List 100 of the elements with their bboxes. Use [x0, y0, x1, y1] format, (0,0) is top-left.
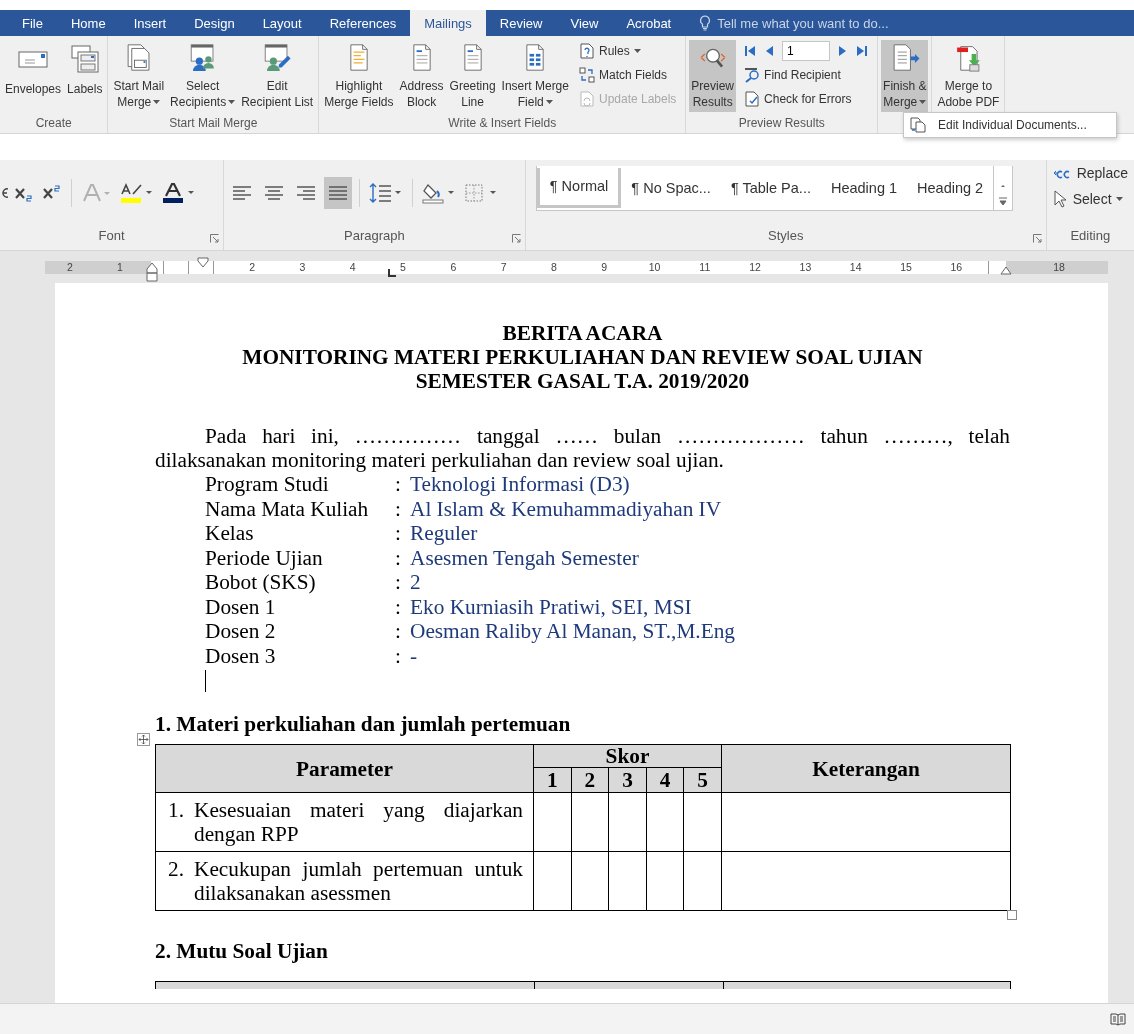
ribbon-tab[interactable]: View [556, 10, 613, 36]
tab-stop-marker[interactable] [388, 268, 396, 277]
colon: : [395, 521, 402, 546]
rules-icon [578, 43, 595, 59]
field-value: Eko Kurniasih Pratiwi, SEI, MSI [410, 594, 692, 619]
table-cell: Kesesuaian materi yang diajarkan dengan RPP [194, 798, 523, 846]
ribbon-button[interactable]: Select Recipients [168, 40, 238, 112]
ribbon-button[interactable]: Insert Merge Field [499, 40, 571, 112]
column-header: Keterangan [721, 744, 1011, 793]
ribbon-button[interactable]: Edit Recipient List [239, 40, 316, 112]
ribbon-button[interactable]: Highlight Merge Fields [322, 40, 396, 112]
record-number-field[interactable]: 1 [782, 41, 831, 61]
ribbon-tab[interactable]: Layout [248, 10, 316, 36]
alignment-icon [296, 185, 317, 201]
find-icon [744, 67, 761, 83]
document-title: SEMESTER GASAL T.A. 2019/2020 [414, 369, 751, 393]
document-title: BERITA ACARA [501, 321, 664, 345]
ribbon-tab[interactable]: Mailings [410, 10, 486, 36]
group-label: Font [98, 227, 125, 245]
colon: : [395, 643, 402, 668]
book-icon[interactable] [1110, 1012, 1126, 1026]
field-label: Periode Ujian [205, 545, 324, 570]
ribbon-tab[interactable]: File [8, 10, 57, 36]
field-label: Dosen 2 [205, 619, 277, 644]
ribbon-button[interactable]: Check for Errors [742, 88, 871, 110]
field-value: Al Islam & Kemuhammadiyahan IV [410, 496, 722, 521]
menu-item[interactable]: Edit Individual Documents... [904, 113, 1116, 137]
group-label: Preview Results [737, 115, 826, 132]
font-color-icon [161, 182, 195, 204]
highlight-icon [119, 182, 153, 204]
check-icon [744, 91, 761, 107]
labels-icon [68, 43, 101, 75]
dialog-launcher-icon[interactable] [511, 234, 521, 243]
alignment-button[interactable] [324, 177, 353, 209]
lightbulb-icon [699, 15, 712, 31]
field-label: Program Studi [205, 472, 330, 497]
list-number: 2. [168, 857, 185, 883]
alignment-icon [232, 185, 253, 201]
paragraph: Pada hari ini, …………… tanggal …… bulan ……………… tahun ………, telah dilaksanakan monitoring materi perkuliahan dan review soal ujian. [155, 424, 1010, 472]
ribbon-button[interactable]: Rules [576, 40, 679, 62]
colon: : [395, 619, 402, 644]
table-resize-handle[interactable] [1007, 910, 1017, 920]
borders-icon [464, 182, 499, 204]
ribbon-button[interactable]: Select [1050, 188, 1125, 210]
ribbon-button[interactable]: Start Mail Merge [111, 40, 167, 112]
document-title: MONITORING MATERI PERKULIAHAN DAN REVIEW SOAL UJIAN [241, 345, 924, 369]
colon: : [395, 594, 402, 619]
cursor-icon [1052, 190, 1069, 208]
ribbon-tab[interactable]: Home [56, 10, 120, 36]
ribbon-button[interactable]: Preview Results [689, 40, 737, 112]
ribbon-tab[interactable]: Review [485, 10, 557, 36]
ribbon-button[interactable]: Address Block [397, 40, 446, 112]
colon: : [395, 570, 402, 595]
tell-me-field[interactable]: Tell me what you want to do... [715, 14, 960, 32]
field-value: Reguler [410, 521, 478, 546]
ribbon-button[interactable]: Greeting Line [447, 40, 498, 112]
field-value: - [410, 643, 418, 668]
section-heading: 2. Mutu Soal Ujian [155, 939, 329, 963]
table-move-handle-icon[interactable] [137, 733, 150, 746]
ribbon-button[interactable]: Replace [1050, 162, 1130, 184]
ribbon-tab[interactable]: Acrobat [612, 10, 686, 36]
group-label: Start Mail Merge [168, 115, 259, 132]
ruler-number: 18 [1052, 260, 1066, 274]
style-option[interactable]: ¶ Normal [536, 167, 622, 208]
alignment-icon [328, 185, 349, 201]
field-value: Teknologi Informasi (D3) [410, 472, 630, 497]
ribbon-button[interactable]: Match Fields [576, 64, 679, 86]
group-label: Paragraph [344, 227, 405, 245]
first-record-icon [744, 45, 757, 57]
ribbon-tab[interactable]: Insert [119, 10, 181, 36]
ruler-number: 1 [116, 260, 124, 274]
update-icon [578, 91, 595, 107]
ribbon-button[interactable]: Envelopes [3, 40, 64, 112]
alignment-icon [264, 185, 285, 201]
list-number: 1. [168, 798, 185, 824]
ribbon-button[interactable]: Labels [65, 40, 105, 112]
dialog-launcher-icon[interactable] [210, 234, 220, 243]
dialog-launcher-icon[interactable] [1032, 234, 1042, 243]
line-spacing-icon [369, 182, 404, 204]
ribbon-button[interactable]: Find Recipient [742, 64, 871, 86]
ribbon-button[interactable]: Merge to Adobe PDF [935, 40, 1002, 112]
ribbon-tab[interactable]: Design [180, 10, 249, 36]
colon: : [395, 472, 402, 497]
ribbon-button[interactable]: Finish & Merge [881, 40, 929, 112]
group-label: Editing [1070, 227, 1111, 245]
shading-icon [422, 182, 457, 204]
field-label: Dosen 3 [205, 643, 277, 668]
right-indent-marker[interactable] [1000, 264, 1012, 275]
field-value: 2 [410, 570, 421, 595]
ribbon-tab[interactable]: References [315, 10, 411, 36]
group-label: Write & Insert Fields [447, 115, 558, 132]
table-cell: Kecukupan jumlah pertemuan untuk dilaksanakan asessmen [194, 857, 523, 905]
field-value: Oesman Raliby Al Manan, ST.,M.Eng [410, 619, 735, 644]
group-label: Create [34, 115, 73, 132]
cut-off-icon[interactable] [2, 186, 8, 200]
hanging-indent-marker[interactable] [146, 261, 158, 282]
field-label: Kelas [205, 521, 255, 546]
column-header: Parameter [155, 744, 534, 793]
field-label: Bobot (SKS) [205, 570, 317, 595]
colon: : [395, 545, 402, 570]
